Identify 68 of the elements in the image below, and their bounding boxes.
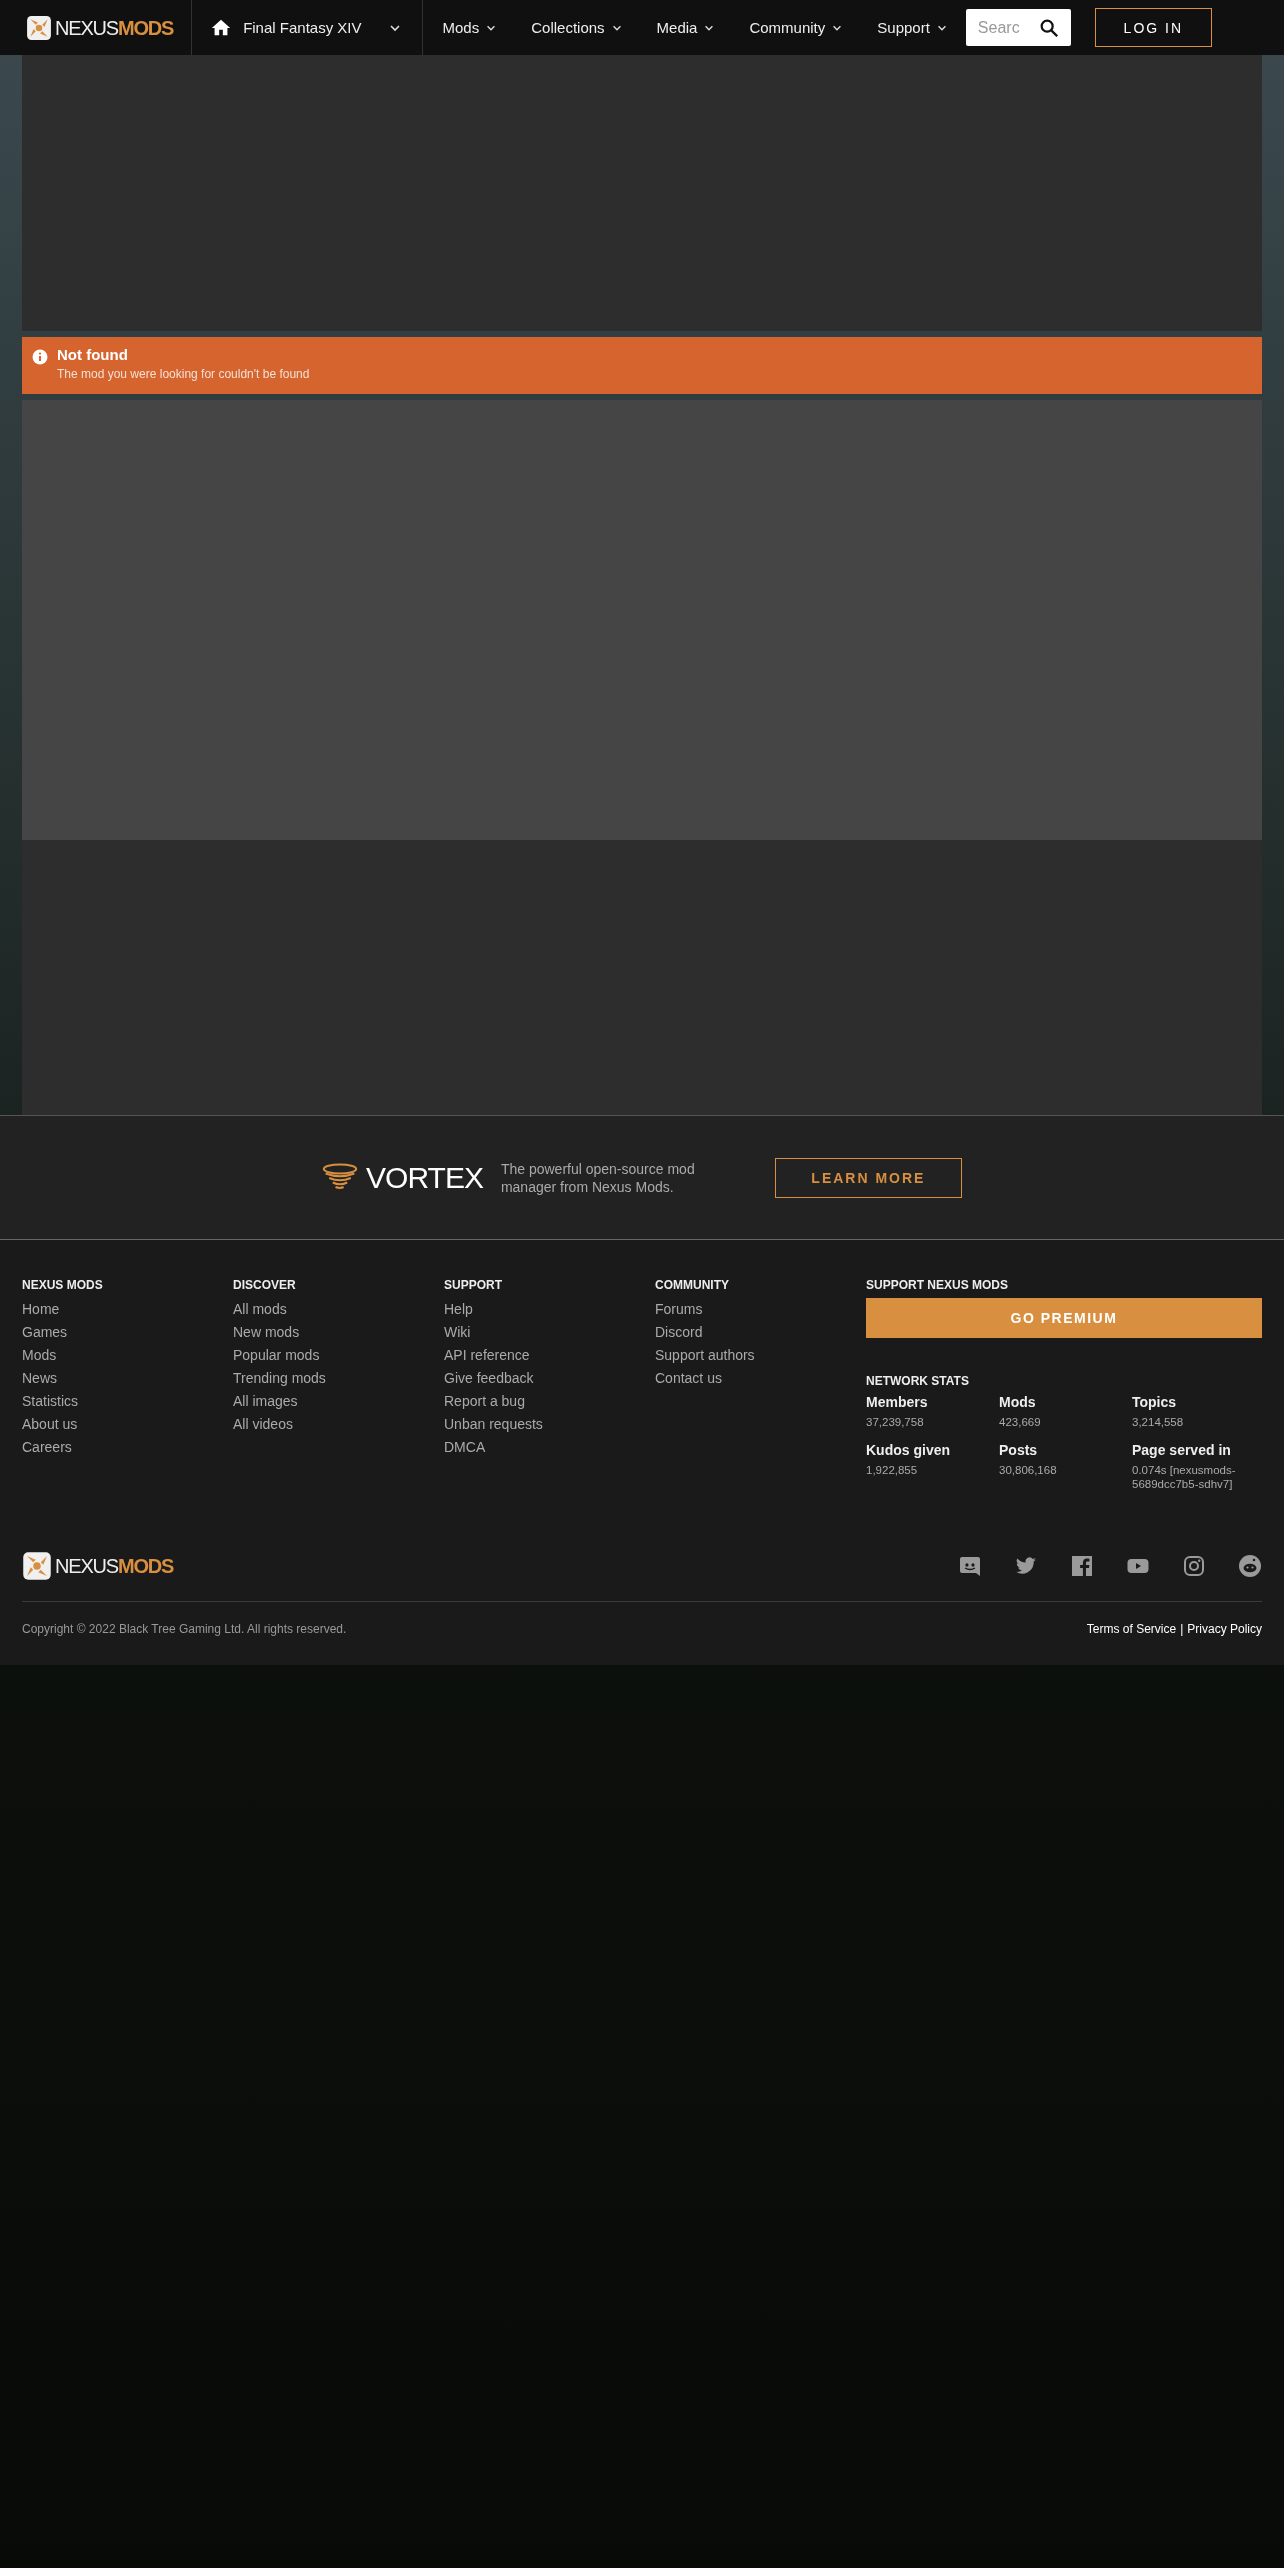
nav-menu-item[interactable]: Community — [737, 0, 856, 55]
logo-icon[interactable] — [26, 14, 52, 41]
camera-icon[interactable] — [1182, 1554, 1206, 1578]
footer-link[interactable]: All mods — [233, 1298, 444, 1321]
stat-value: 30,806,168 — [999, 1463, 1058, 1477]
chat-bubble-icon[interactable] — [958, 1554, 982, 1578]
info-icon — [32, 349, 48, 365]
search-field[interactable]: Searc — [965, 9, 1028, 46]
footer-link[interactable]: Report a bug — [444, 1390, 655, 1413]
footer-link[interactable]: Wiki — [444, 1321, 655, 1344]
footer-link[interactable]: Careers — [22, 1436, 233, 1459]
stat-value: 0.074s [nexusmods-5689dcc7b5-sdhv7] — [1132, 1463, 1237, 1491]
footer-link[interactable]: DMCA — [444, 1436, 655, 1459]
login-button[interactable]: LOG IN — [1094, 8, 1212, 47]
vortex-tagline: The powerful open-source mod manager from Nexus Mods. — [500, 1159, 696, 1196]
vortex-name: VORTEX — [366, 1159, 483, 1196]
footer-link[interactable]: Popular mods — [233, 1344, 444, 1367]
footer-link[interactable]: Mods — [22, 1344, 233, 1367]
alien-icon[interactable] — [1238, 1554, 1262, 1578]
nav-menu-item[interactable]: Support — [865, 0, 960, 55]
alert-title: Not found — [57, 346, 129, 363]
stat-label: Mods — [999, 1394, 1037, 1410]
column-heading: NEXUS MODS — [22, 1278, 104, 1292]
nav-menu-item[interactable]: Mods — [430, 0, 510, 55]
stat-label: Topics — [1132, 1394, 1178, 1410]
logo-icon[interactable] — [22, 1551, 52, 1581]
legal-link[interactable]: Privacy Policy — [1187, 1622, 1262, 1636]
stat-value: 423,669 — [999, 1415, 1042, 1429]
column-heading: DISCOVER — [233, 1278, 297, 1292]
stat-value: 1,922,855 — [866, 1463, 919, 1477]
footer-link[interactable]: Contact us — [655, 1367, 866, 1390]
stat-label: Kudos given — [866, 1442, 951, 1458]
column-heading: COMMUNITY — [655, 1278, 730, 1292]
footer-link[interactable]: All images — [233, 1390, 444, 1413]
footer-link[interactable]: Forums — [655, 1298, 866, 1321]
column-heading: SUPPORT NEXUS MODS — [866, 1278, 1010, 1292]
logo-text[interactable]: NEXUSMODS — [55, 14, 174, 41]
footer-link[interactable]: Trending mods — [233, 1367, 444, 1390]
stat-value: 37,239,758 — [866, 1415, 925, 1429]
nav-menu-item[interactable]: Media — [644, 0, 728, 55]
footer-link[interactable]: Games — [22, 1321, 233, 1344]
footer-link[interactable]: API reference — [444, 1344, 655, 1367]
column-heading: SUPPORT — [444, 1278, 503, 1292]
stat-label: Posts — [999, 1442, 1039, 1458]
footer-link[interactable]: Support authors — [655, 1344, 866, 1367]
footer-link[interactable]: Home — [22, 1298, 233, 1321]
alert-message: The mod you were looking for couldn't be found — [57, 367, 310, 381]
stat-label: Members — [866, 1394, 929, 1410]
footer-link[interactable]: New mods — [233, 1321, 444, 1344]
stat-label: Page served in — [1132, 1442, 1232, 1458]
nav-menu-item[interactable]: Collections — [519, 0, 635, 55]
stat-value: 3,214,558 — [1132, 1415, 1185, 1429]
footer-link[interactable]: Unban requests — [444, 1413, 655, 1436]
footer-link[interactable]: Help — [444, 1298, 655, 1321]
search-button[interactable] — [1027, 9, 1071, 46]
logo-text[interactable]: NEXUSMODS — [55, 1553, 174, 1579]
facebook-icon[interactable] — [1070, 1554, 1094, 1578]
stats-heading: NETWORK STATS — [866, 1374, 970, 1388]
separator-text: | — [1180, 1622, 1184, 1636]
footer-link[interactable]: About us — [22, 1413, 233, 1436]
footer-link[interactable]: Statistics — [22, 1390, 233, 1413]
legal-link[interactable]: Terms of Service — [1086, 1622, 1177, 1636]
learn-more-button[interactable]: LEARN MORE — [774, 1157, 962, 1198]
footer-link[interactable]: All videos — [233, 1413, 444, 1436]
footer-link[interactable]: Give feedback — [444, 1367, 655, 1390]
footer-link[interactable]: News — [22, 1367, 233, 1390]
copyright-text: Copyright © 2022 Black Tree Gaming Ltd. All rights reserved. — [22, 1622, 347, 1636]
footer-link[interactable]: Discord — [655, 1321, 866, 1344]
